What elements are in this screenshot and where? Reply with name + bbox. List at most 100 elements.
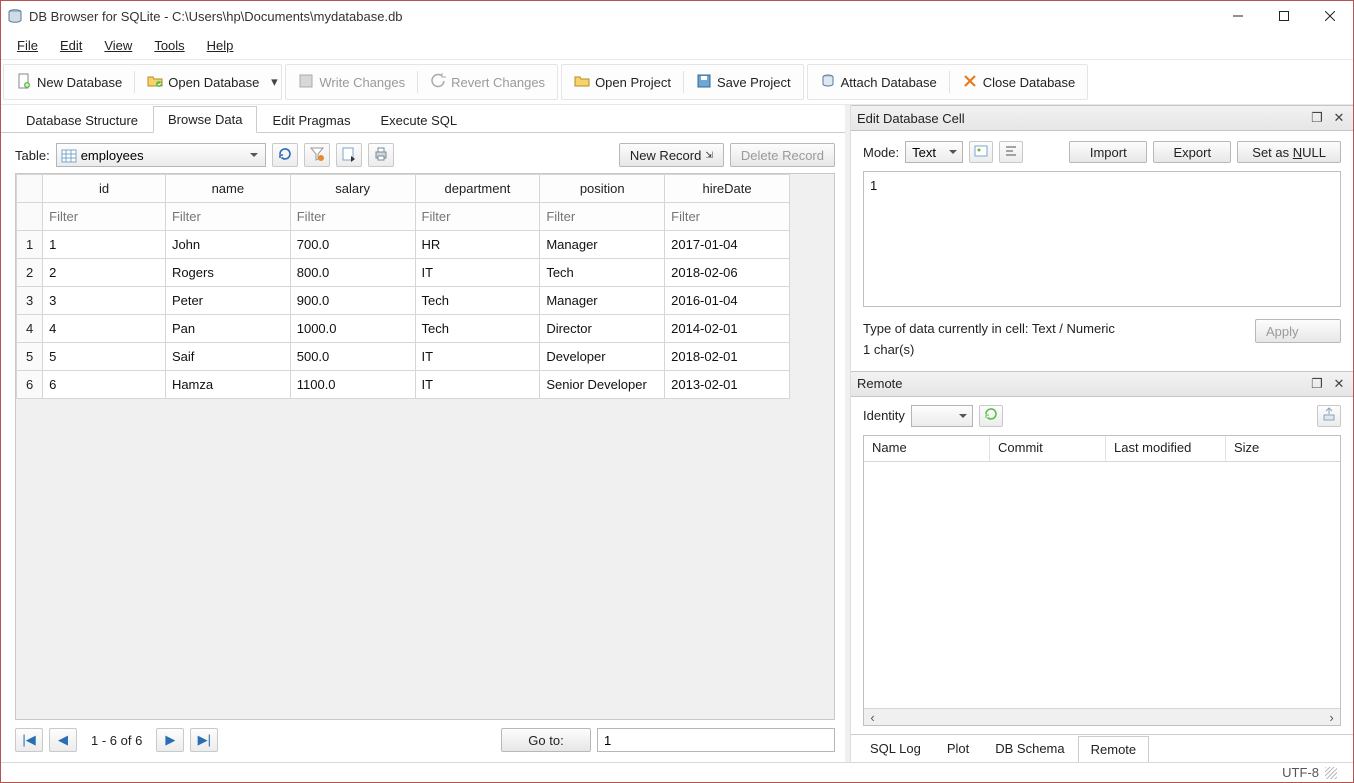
panel-undock-icon[interactable]: ❐ xyxy=(1309,110,1325,126)
panel-close-icon[interactable]: ✕ xyxy=(1331,110,1347,126)
cell-salary[interactable]: 700.0 xyxy=(290,231,415,259)
scroll-left-icon[interactable]: ‹ xyxy=(864,709,881,726)
cell-id[interactable]: 3 xyxy=(43,287,166,315)
cell-department[interactable]: Tech xyxy=(415,287,540,315)
mode-select[interactable]: Text xyxy=(905,141,963,163)
cell-hireDate[interactable]: 2018-02-06 xyxy=(665,259,790,287)
table-row[interactable]: 1 1 John 700.0 HR Manager 2017-01-04 xyxy=(17,231,790,259)
cell-name[interactable]: Pan xyxy=(165,315,290,343)
cell-hireDate[interactable]: 2013-02-01 xyxy=(665,371,790,399)
clear-filters-button[interactable] xyxy=(304,143,330,167)
refresh-button[interactable] xyxy=(272,143,298,167)
tab-edit-pragmas[interactable]: Edit Pragmas xyxy=(257,107,365,133)
menu-help[interactable]: Help xyxy=(197,35,244,56)
col-position[interactable]: position xyxy=(540,175,665,203)
cell-name[interactable]: Rogers xyxy=(165,259,290,287)
cell-id[interactable]: 2 xyxy=(43,259,166,287)
col-hireDate[interactable]: hireDate xyxy=(665,175,790,203)
save-table-button[interactable] xyxy=(336,143,362,167)
remote-col-commit[interactable]: Commit xyxy=(990,436,1106,461)
cell-department[interactable]: IT xyxy=(415,371,540,399)
cell-tool2-button[interactable] xyxy=(999,141,1023,163)
cell-name[interactable]: Saif xyxy=(165,343,290,371)
remote-col-name[interactable]: Name xyxy=(864,436,990,461)
remote-col-size[interactable]: Size xyxy=(1226,436,1340,461)
table-row[interactable]: 6 6 Hamza 1100.0 IT Senior Developer 201… xyxy=(17,371,790,399)
cell-position[interactable]: Tech xyxy=(540,259,665,287)
attach-database-button[interactable]: Attach Database xyxy=(810,69,947,95)
cell-id[interactable]: 4 xyxy=(43,315,166,343)
table-row[interactable]: 5 5 Saif 500.0 IT Developer 2018-02-01 xyxy=(17,343,790,371)
nav-last-button[interactable]: ▶| xyxy=(190,728,218,752)
window-maximize-button[interactable] xyxy=(1261,1,1307,31)
table-row[interactable]: 4 4 Pan 1000.0 Tech Director 2014-02-01 xyxy=(17,315,790,343)
menu-tools[interactable]: Tools xyxy=(144,35,194,56)
menu-view[interactable]: View xyxy=(94,35,142,56)
goto-input[interactable] xyxy=(597,728,835,752)
set-null-button[interactable]: Set as NULL xyxy=(1237,141,1341,163)
cell-id[interactable]: 6 xyxy=(43,371,166,399)
cell-name[interactable]: John xyxy=(165,231,290,259)
col-name[interactable]: name xyxy=(165,175,290,203)
nav-first-button[interactable]: |◀ xyxy=(15,728,43,752)
cell-hireDate[interactable]: 2018-02-01 xyxy=(665,343,790,371)
tab-remote[interactable]: Remote xyxy=(1078,736,1150,762)
cell-position[interactable]: Senior Developer xyxy=(540,371,665,399)
new-record-button[interactable]: New Record⇲ xyxy=(619,143,724,167)
window-minimize-button[interactable] xyxy=(1215,1,1261,31)
cell-position[interactable]: Manager xyxy=(540,231,665,259)
remote-hscroll[interactable]: ‹ › xyxy=(864,708,1340,725)
filter-id[interactable] xyxy=(49,209,159,224)
table-select[interactable]: employees xyxy=(56,143,266,167)
filter-salary[interactable] xyxy=(297,209,409,224)
cell-salary[interactable]: 1000.0 xyxy=(290,315,415,343)
open-database-dropdown[interactable]: ▾ xyxy=(269,74,279,90)
cell-name[interactable]: Hamza xyxy=(165,371,290,399)
cell-department[interactable]: HR xyxy=(415,231,540,259)
tab-database-structure[interactable]: Database Structure xyxy=(11,107,153,133)
remote-close-icon[interactable]: ✕ xyxy=(1331,376,1347,392)
window-close-button[interactable] xyxy=(1307,1,1353,31)
cell-salary[interactable]: 900.0 xyxy=(290,287,415,315)
filter-department[interactable] xyxy=(422,209,534,224)
cell-id[interactable]: 1 xyxy=(43,231,166,259)
cell-hireDate[interactable]: 2014-02-01 xyxy=(665,315,790,343)
cell-salary[interactable]: 500.0 xyxy=(290,343,415,371)
cell-position[interactable]: Developer xyxy=(540,343,665,371)
close-database-button[interactable]: Close Database xyxy=(952,69,1086,95)
table-row[interactable]: 2 2 Rogers 800.0 IT Tech 2018-02-06 xyxy=(17,259,790,287)
delete-record-button[interactable]: Delete Record xyxy=(730,143,835,167)
save-project-button[interactable]: Save Project xyxy=(686,69,801,95)
identity-refresh-button[interactable] xyxy=(979,405,1003,427)
filter-hireDate[interactable] xyxy=(671,209,783,224)
goto-button[interactable]: Go to: xyxy=(501,728,591,752)
open-project-button[interactable]: Open Project xyxy=(564,69,681,95)
menu-edit[interactable]: Edit xyxy=(50,35,92,56)
tab-db-schema[interactable]: DB Schema xyxy=(982,735,1077,762)
data-grid[interactable]: id name salary department position hireD… xyxy=(15,173,835,720)
tab-sql-log[interactable]: SQL Log xyxy=(857,735,934,762)
import-button[interactable]: Import xyxy=(1069,141,1147,163)
cell-position[interactable]: Director xyxy=(540,315,665,343)
remote-push-button[interactable] xyxy=(1317,405,1341,427)
filter-position[interactable] xyxy=(546,209,658,224)
cell-hireDate[interactable]: 2016-01-04 xyxy=(665,287,790,315)
remote-undock-icon[interactable]: ❐ xyxy=(1309,376,1325,392)
cell-position[interactable]: Manager xyxy=(540,287,665,315)
col-department[interactable]: department xyxy=(415,175,540,203)
tab-browse-data[interactable]: Browse Data xyxy=(153,106,257,133)
print-button[interactable] xyxy=(368,143,394,167)
col-salary[interactable]: salary xyxy=(290,175,415,203)
apply-button[interactable]: Apply xyxy=(1255,319,1341,343)
cell-editor[interactable]: 1 xyxy=(863,171,1341,307)
cell-hireDate[interactable]: 2017-01-04 xyxy=(665,231,790,259)
cell-id[interactable]: 5 xyxy=(43,343,166,371)
tab-execute-sql[interactable]: Execute SQL xyxy=(365,107,472,133)
filter-name[interactable] xyxy=(172,209,284,224)
menu-file[interactable]: File xyxy=(7,35,48,56)
revert-changes-button[interactable]: Revert Changes xyxy=(420,69,555,95)
remote-col-modified[interactable]: Last modified xyxy=(1106,436,1226,461)
scroll-right-icon[interactable]: › xyxy=(1323,709,1340,726)
cell-tool1-button[interactable] xyxy=(969,141,993,163)
remote-grid[interactable]: Name Commit Last modified Size ‹ › xyxy=(863,435,1341,726)
